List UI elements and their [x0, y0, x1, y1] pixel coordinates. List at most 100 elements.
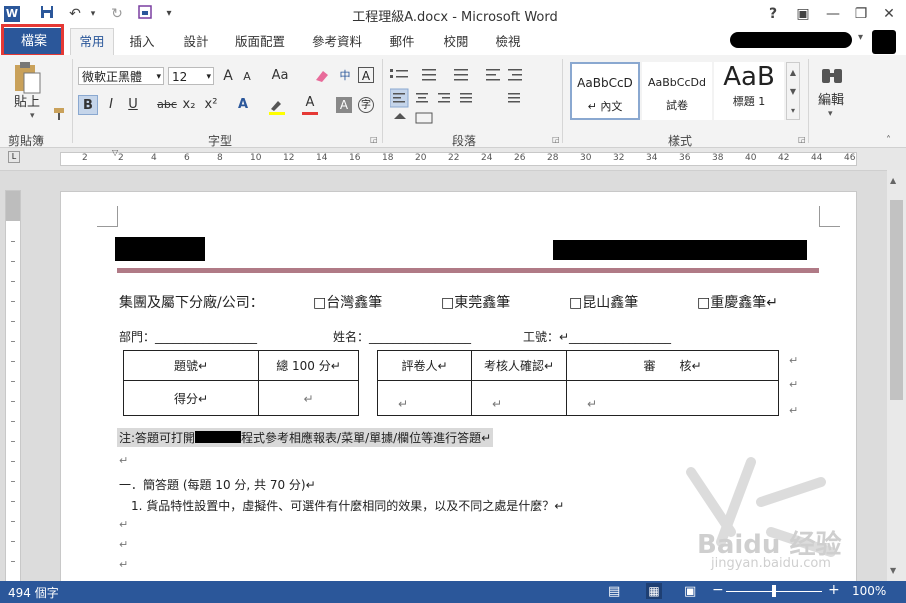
tab-mailings[interactable]: 郵件	[382, 32, 422, 52]
horizontal-ruler[interactable]: L 2 2 4 6 8 10 12 14 16 18 20 22 24 26 28 30 32 34 36 38 40 4…	[0, 148, 906, 171]
indent-marker-icon[interactable]: ▽	[112, 148, 118, 157]
paste-icon[interactable]	[12, 61, 42, 95]
ruler-number: 40	[745, 153, 757, 163]
font-color-icon[interactable]: A	[302, 93, 318, 113]
tab-view[interactable]: 檢視	[488, 32, 528, 52]
name-field[interactable]: 姓名：_________________	[333, 328, 471, 345]
tab-selector-icon[interactable]: L	[8, 151, 20, 163]
word-count[interactable]: 494 個字	[8, 584, 59, 601]
section-heading[interactable]: 一．簡答題 (每題 10 分, 共 70 分)↵	[119, 476, 316, 493]
window-title: 工程理級A.docx - Microsoft Word	[352, 10, 558, 25]
header-rule	[117, 268, 819, 273]
word-app-icon[interactable]: W	[4, 6, 20, 22]
note-line[interactable]: 注:答題可打開 程式參考相應報表/菜單/單據/欄位等進行答題↵	[117, 428, 494, 447]
style-normal[interactable]: AaBbCcD ↵ 內文	[570, 62, 640, 120]
paste-button[interactable]: 貼上	[10, 93, 44, 113]
zoom-level[interactable]: 100%	[852, 584, 886, 598]
print-preview-icon[interactable]	[136, 5, 154, 23]
grow-font-button[interactable]: A	[220, 66, 236, 86]
zoom-slider-thumb[interactable]	[772, 585, 776, 597]
redacted-account-name	[730, 32, 852, 48]
minimize-icon[interactable]: —	[822, 4, 844, 24]
web-layout-icon[interactable]: ▣	[684, 584, 696, 599]
italic-button[interactable]: I	[102, 95, 120, 115]
print-layout-icon[interactable]: ▦	[646, 583, 662, 599]
scroll-up-icon[interactable]: ▲	[890, 176, 896, 185]
option-chongqing[interactable]: □重慶鑫筆↵	[697, 292, 778, 312]
editing-dropdown-icon[interactable]: ▾	[828, 109, 833, 119]
font-size-combo[interactable]: 12 ▾	[168, 67, 214, 85]
phonetic-guide-icon[interactable]: 中	[336, 66, 354, 86]
superscript-button[interactable]: x²	[202, 95, 220, 115]
redo-icon[interactable]: ↻	[108, 5, 126, 23]
group-label-clipboard: 剪貼簿	[7, 134, 44, 148]
undo-icon[interactable]: ↶	[66, 5, 84, 23]
editing-button[interactable]: 編輯	[814, 91, 848, 111]
styles-scroll-icon[interactable]: ▲ ▼ ▾	[786, 62, 800, 120]
vertical-ruler[interactable]	[5, 190, 21, 582]
row-end-mark: ↵	[789, 378, 799, 391]
employee-id-field[interactable]: 工號：↵_________________	[523, 328, 671, 345]
review-grader-cell[interactable]: ↵	[377, 380, 472, 416]
font-family-combo[interactable]: 微軟正黑體 ▾	[78, 67, 164, 85]
format-painter-icon[interactable]	[52, 107, 66, 124]
avatar[interactable]	[872, 30, 896, 54]
underline-button[interactable]: U	[124, 95, 142, 115]
tab-home[interactable]: 常用	[70, 28, 114, 56]
dialog-launcher-icon[interactable]: ◲	[370, 135, 378, 144]
tab-references[interactable]: 參考資料	[305, 32, 369, 52]
tab-design[interactable]: 設計	[176, 32, 216, 52]
tab-layout[interactable]: 版面配置	[228, 32, 292, 52]
document-page[interactable]: 集團及屬下分廠/公司： □台灣鑫筆 □東莞鑫筆 □昆山鑫筆 □重慶鑫筆↵ 部門：…	[60, 191, 857, 588]
restore-icon[interactable]: ❐	[850, 4, 872, 24]
bold-button[interactable]: B	[78, 95, 98, 115]
strikethrough-button[interactable]: abc	[156, 95, 178, 115]
option-dongguan[interactable]: □東莞鑫筆	[441, 292, 510, 312]
ribbon-display-icon[interactable]: ▣	[792, 4, 814, 24]
company-label: 集團及屬下分廠/公司：	[119, 295, 264, 311]
change-case-button[interactable]: Aa	[268, 66, 292, 86]
enclose-characters-icon[interactable]: 字	[358, 97, 374, 113]
style-exam[interactable]: AaBbCcDd 試卷	[642, 62, 712, 120]
clear-formatting-icon[interactable]	[314, 68, 330, 87]
highlight-color-icon[interactable]	[268, 99, 286, 115]
zoom-in-icon[interactable]: +	[828, 582, 840, 598]
style-preview: AaBbCcDd	[648, 76, 706, 89]
collapse-ribbon-icon[interactable]: ˄	[886, 135, 891, 146]
character-border-icon[interactable]: A	[358, 67, 374, 83]
paste-dropdown-icon[interactable]: ▾	[30, 111, 35, 121]
dept-field[interactable]: 部門：_________________	[119, 328, 257, 345]
scroll-down-icon[interactable]: ▼	[890, 566, 896, 575]
help-icon[interactable]: ?	[762, 4, 784, 24]
close-icon[interactable]: ✕	[878, 4, 900, 24]
binoculars-icon[interactable]	[820, 65, 844, 88]
shrink-font-button[interactable]: A	[240, 67, 254, 87]
account-dropdown-icon[interactable]: ▾	[858, 32, 863, 43]
character-shading-icon[interactable]: A	[336, 97, 352, 113]
subscript-button[interactable]: x₂	[180, 95, 198, 115]
scroll-thumb[interactable]	[890, 200, 903, 400]
score-value-cell[interactable]: ↵	[258, 380, 359, 416]
option-taiwan[interactable]: □台灣鑫筆	[313, 292, 382, 312]
group-separator	[72, 59, 73, 143]
tab-review[interactable]: 校閱	[436, 32, 476, 52]
save-icon[interactable]	[38, 5, 56, 23]
review-audit-cell[interactable]: ↵	[566, 380, 779, 416]
read-mode-icon[interactable]: ▤	[608, 584, 620, 599]
option-kunshan[interactable]: □昆山鑫筆	[569, 292, 638, 312]
ruler-number: 22	[448, 153, 460, 163]
text-effects-icon[interactable]: A	[234, 95, 252, 115]
style-heading-1[interactable]: AaB 標題 1	[714, 62, 784, 120]
undo-dropdown-icon[interactable]: ▾	[84, 5, 102, 23]
score-header-total: 總 100 分↵	[258, 350, 359, 381]
zoom-out-icon[interactable]: −	[712, 582, 724, 598]
tab-insert[interactable]: 插入	[122, 32, 162, 52]
vertical-scrollbar[interactable]: ▲ ▼	[887, 170, 906, 581]
customize-quick-access-icon[interactable]: ▾	[160, 5, 178, 23]
ruler-number: 2	[82, 153, 88, 163]
question-1[interactable]: 1. 貨品特性設置中，虛擬件、可選件有什麼相同的效果，以及不同之處是什麼？↵	[131, 497, 564, 514]
dialog-launcher-icon[interactable]: ◲	[552, 135, 560, 144]
review-confirm-cell[interactable]: ↵	[471, 380, 567, 416]
dialog-launcher-icon[interactable]: ◲	[798, 135, 806, 144]
ruler-number: 26	[514, 153, 526, 163]
